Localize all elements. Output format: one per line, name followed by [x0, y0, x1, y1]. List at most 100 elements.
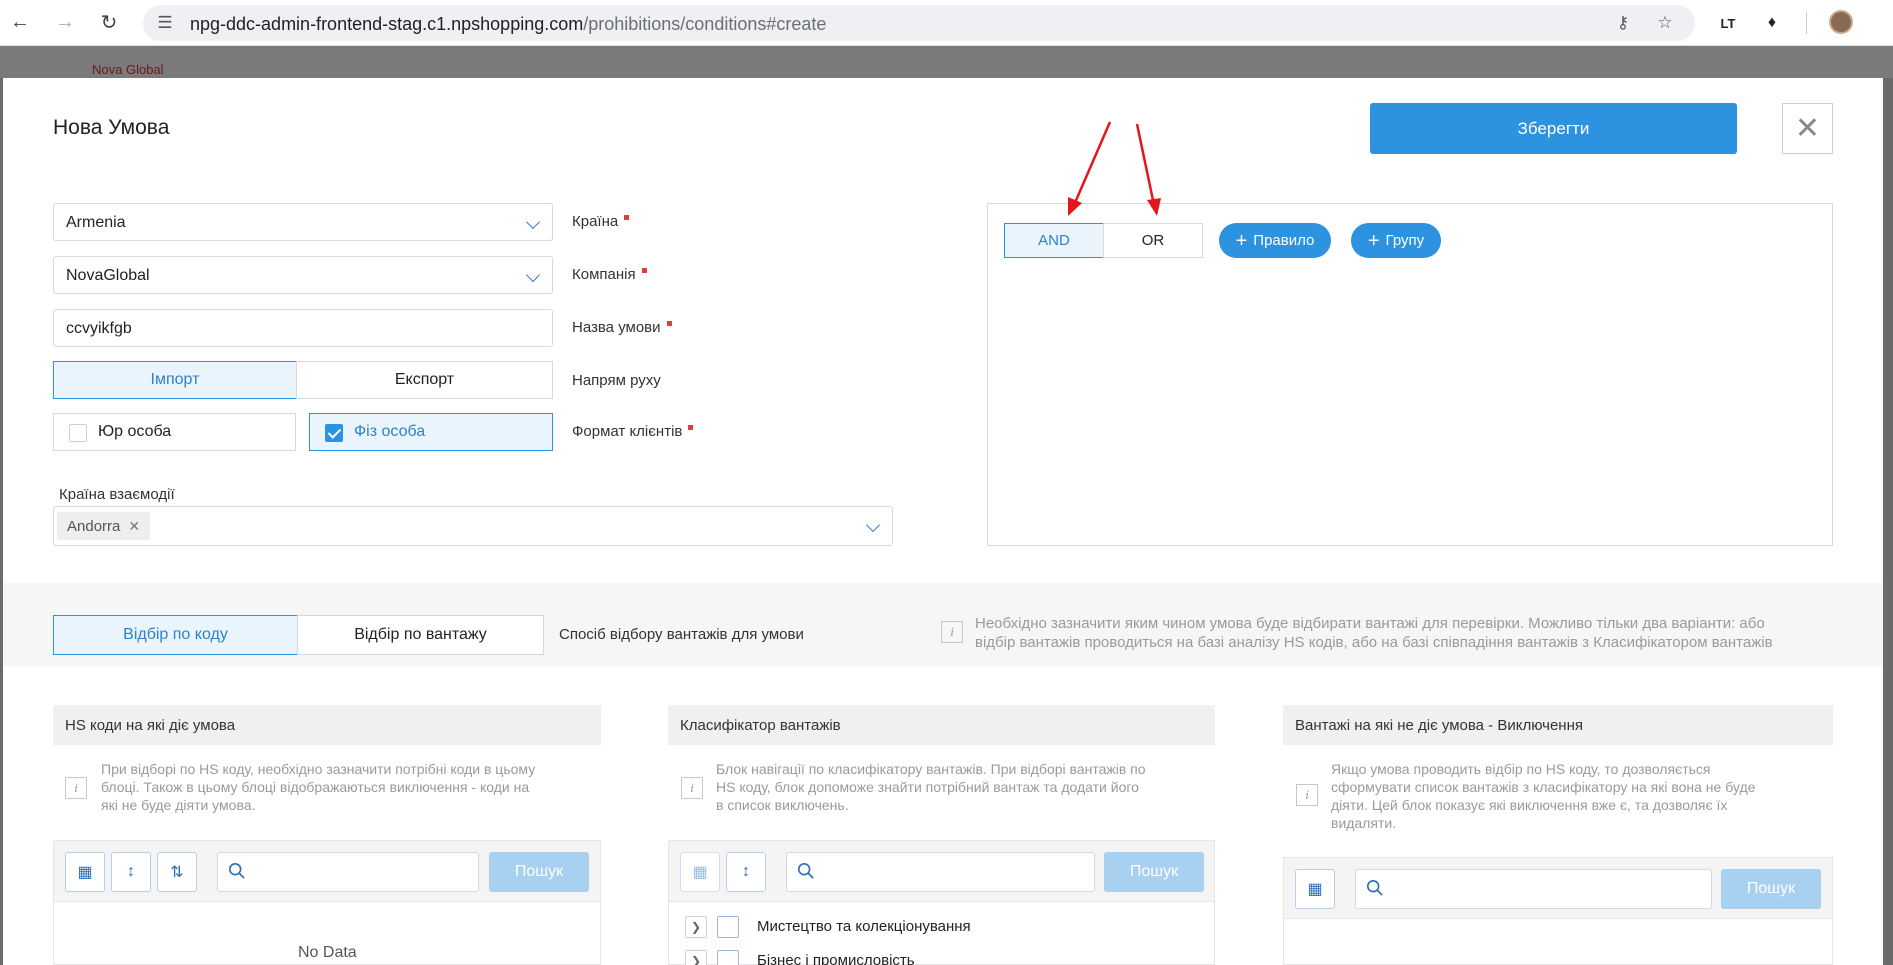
add-rule-button[interactable]: + Правило	[1219, 223, 1331, 258]
company-label: Компанія	[572, 266, 647, 283]
hs-codes-hint: При відборі по HS коду, необхідно зазнач…	[101, 760, 535, 814]
exclusions-toolbar: ▦ Пошук	[1283, 857, 1833, 919]
hint-line: Блок навігації по класифікатору вантажів…	[716, 761, 1146, 777]
chevron-down-icon	[525, 267, 541, 283]
add-group-button[interactable]: + Групу	[1351, 223, 1441, 258]
new-condition-modal: Нова Умова Зберегти ✕ Armenia Країна Nov…	[3, 78, 1883, 965]
tree-item-label: Мистецтво та колекціонування	[757, 918, 971, 935]
hs-codes-toolbar: ▦ ↕ ⇅ Пошук	[53, 840, 601, 902]
collapse-all-icon[interactable]: ↕	[111, 852, 151, 892]
browser-toolbar: ← → ↻ ☰ npg-ddc-admin-frontend-stag.c1.n…	[0, 0, 1893, 46]
select-all-icon[interactable]: ▦	[680, 852, 720, 892]
chevron-down-icon	[865, 517, 881, 533]
country-select[interactable]: Armenia	[53, 203, 553, 241]
url-text: npg-ddc-admin-frontend-stag.c1.npshoppin…	[190, 14, 827, 34]
exclusions-header: Вантажі на які не діє умова - Виключення	[1283, 705, 1833, 745]
close-icon[interactable]: ✕	[1782, 103, 1833, 154]
bookmark-star-icon[interactable]: ☆	[1655, 13, 1675, 33]
no-data-text: No Data	[298, 944, 357, 961]
condition-name-value: ccvyikfgb	[66, 320, 132, 337]
client-legal-label: Юр особа	[98, 423, 172, 440]
reload-icon[interactable]: ↻	[97, 10, 121, 34]
save-button[interactable]: Зберегти	[1370, 103, 1737, 154]
direction-export-toggle[interactable]: Експорт	[296, 361, 553, 399]
remove-tag-icon[interactable]: ✕	[128, 518, 140, 535]
select-by-cargo-toggle[interactable]: Відбір по вантажу	[297, 615, 544, 655]
required-marker	[688, 425, 694, 430]
hs-codes-search-button[interactable]: Пошук	[489, 852, 589, 892]
required-marker	[666, 321, 672, 326]
required-marker	[641, 268, 647, 273]
classifier-search-input[interactable]	[786, 852, 1095, 892]
condition-builder: AND OR + Правило + Групу	[987, 203, 1833, 546]
info-icon: i	[681, 777, 703, 799]
background-logo: Nova Global	[92, 62, 164, 77]
client-legal-checkbox[interactable]: Юр особа	[53, 413, 296, 451]
condition-name-label: Назва умови	[572, 319, 672, 336]
logic-or-toggle[interactable]: OR	[1103, 223, 1203, 258]
selection-hint-line: Необхідно зазначити яким чином умова буд…	[975, 615, 1765, 632]
selection-hint-line: відбір вантажів проводиться на базі анал…	[975, 634, 1773, 651]
classifier-hint: Блок навігації по класифікатору вантажів…	[716, 760, 1146, 814]
hint-line: в список виключень.	[716, 797, 849, 813]
toolbar-divider	[1806, 12, 1807, 34]
plus-icon: +	[1367, 229, 1380, 252]
hint-line: Якщо умова проводить відбір по HS коду, …	[1331, 761, 1711, 777]
chevron-down-icon	[525, 214, 541, 230]
country-tag: Andorra ✕	[57, 512, 151, 540]
required-marker	[624, 215, 630, 220]
direction-label: Напрям руху	[572, 372, 661, 389]
hs-codes-search-input[interactable]	[217, 852, 479, 892]
key-icon[interactable]: ⚷	[1613, 13, 1633, 33]
search-icon	[228, 862, 245, 879]
profile-avatar[interactable]	[1829, 10, 1853, 34]
exclusions-hint: Якщо умова проводить відбір по HS коду, …	[1331, 760, 1755, 832]
company-select[interactable]: NovaGlobal	[53, 256, 553, 294]
client-individual-checkbox[interactable]: Фіз особа	[309, 413, 553, 451]
site-settings-icon[interactable]: ☰	[155, 13, 175, 33]
plus-icon: +	[1235, 229, 1248, 252]
classifier-search-button[interactable]: Пошук	[1104, 852, 1204, 892]
search-icon	[1366, 879, 1383, 896]
hint-line: діяти. Цей блок показує які виключення в…	[1331, 797, 1728, 813]
hint-line: які не буде діяти умова.	[101, 797, 256, 813]
search-icon	[797, 862, 814, 879]
select-by-code-toggle[interactable]: Відбір по коду	[53, 615, 298, 655]
languagetool-icon[interactable]: LT	[1716, 11, 1740, 35]
direction-import-toggle[interactable]: Імпорт	[53, 361, 297, 399]
chevron-right-icon[interactable]: ❯	[685, 950, 707, 965]
tree-checkbox[interactable]	[717, 916, 739, 938]
logic-and-toggle[interactable]: AND	[1004, 223, 1104, 258]
exclusions-search-button[interactable]: Пошук	[1721, 869, 1821, 909]
country-label: Країна	[572, 213, 630, 230]
hint-line: сформувати список вантажів з класифікато…	[1331, 779, 1756, 795]
hint-line: HS коду, блок допоможе знайти потрібний …	[716, 779, 1139, 795]
checkbox-icon	[69, 424, 87, 442]
hint-line: видаляти.	[1331, 815, 1397, 831]
background-app-header	[0, 46, 1893, 78]
exclusions-search-input[interactable]	[1355, 869, 1712, 909]
select-all-icon[interactable]: ▦	[65, 852, 105, 892]
address-bar[interactable]: ☰ npg-ddc-admin-frontend-stag.c1.npshopp…	[143, 5, 1695, 41]
hs-codes-header: HS коди на які діє умова	[53, 705, 601, 745]
forward-icon[interactable]: →	[53, 10, 77, 34]
collapse-all-icon[interactable]: ↕	[726, 852, 766, 892]
exclusions-list	[1283, 919, 1833, 965]
chevron-right-icon[interactable]: ❯	[685, 916, 707, 938]
interaction-country-select[interactable]: Andorra ✕	[53, 506, 893, 546]
country-tag-label: Andorra	[67, 517, 121, 535]
selection-hint: Необхідно зазначити яким чином умова буд…	[975, 614, 1773, 652]
modal-title: Нова Умова	[53, 116, 170, 139]
condition-name-input[interactable]: ccvyikfgb	[53, 309, 553, 347]
classifier-header: Класифікатор вантажів	[668, 705, 1215, 745]
hint-line: При відборі по HS коду, необхідно зазнач…	[101, 761, 536, 777]
interaction-country-label: Країна взаємодії	[59, 486, 175, 503]
tree-checkbox[interactable]	[717, 950, 739, 965]
back-icon[interactable]: ←	[8, 10, 32, 34]
info-icon: i	[65, 777, 87, 799]
extensions-icon[interactable]: ♦	[1760, 11, 1784, 35]
expand-all-icon[interactable]: ⇅	[157, 852, 197, 892]
info-icon: i	[941, 621, 963, 643]
classifier-toolbar: ▦ ↕ Пошук	[668, 840, 1215, 902]
select-all-icon[interactable]: ▦	[1295, 869, 1335, 909]
